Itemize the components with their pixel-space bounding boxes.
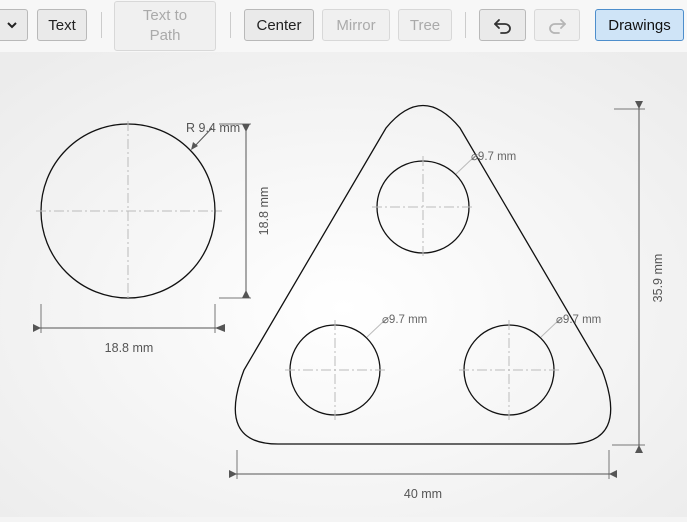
toolbar: Text Text to Path Center Mirror Tree Dra…	[0, 0, 687, 52]
circle-height-label: 18.8 mm	[257, 187, 271, 236]
tree-button[interactable]: Tree	[398, 9, 452, 41]
separator	[101, 12, 102, 38]
drawing-canvas[interactable]: R 9.4 mm 18.8 mm 18.8 mm ⌀9.7 mm ⌀9.7 mm…	[0, 52, 687, 517]
separator	[465, 12, 466, 38]
circle-radius-label: R 9.4 mm	[186, 121, 240, 135]
mirror-button[interactable]: Mirror	[322, 9, 390, 41]
circle-width-label: 18.8 mm	[105, 341, 154, 355]
undo-button[interactable]	[479, 9, 526, 41]
text-to-path-button[interactable]: Text to Path	[114, 1, 216, 51]
redo-icon	[549, 19, 566, 34]
undo-icon	[493, 19, 511, 34]
dropdown-button[interactable]	[0, 9, 28, 41]
triangle-hole-left-label: ⌀9.7 mm	[382, 314, 427, 326]
chevron-down-icon	[7, 22, 17, 29]
text-to-path-label-line1: Text to	[142, 7, 188, 24]
triangle-width-label: 40 mm	[404, 487, 442, 501]
redo-button[interactable]	[534, 9, 580, 41]
separator	[230, 12, 231, 38]
triangle-hole-top-label: ⌀9.7 mm	[471, 151, 516, 163]
center-button[interactable]: Center	[244, 9, 314, 41]
text-to-path-label-line2: Path	[149, 27, 181, 44]
triangle-height-label: 35.9 mm	[651, 254, 665, 303]
text-button[interactable]: Text	[37, 9, 87, 41]
drawings-button[interactable]: Drawings	[595, 9, 684, 41]
drawing-svg: R 9.4 mm 18.8 mm 18.8 mm ⌀9.7 mm ⌀9.7 mm…	[0, 52, 687, 517]
triangle-hole-right-label: ⌀9.7 mm	[556, 314, 601, 326]
